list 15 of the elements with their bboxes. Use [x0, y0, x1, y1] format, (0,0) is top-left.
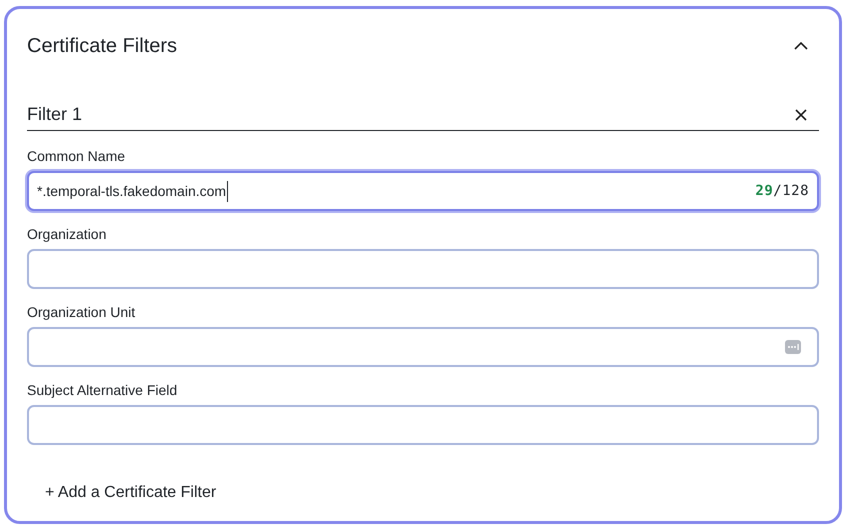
add-filter-button[interactable]: + Add a Certificate Filter — [45, 479, 216, 507]
panel-title: Certificate Filters — [27, 34, 178, 59]
input-field[interactable] — [27, 249, 819, 289]
filter-title: Filter 1 — [27, 103, 82, 126]
input-field[interactable]: *.temporal-tls.fakedomain.com 29/128 — [27, 171, 819, 211]
input-field[interactable] — [27, 405, 819, 445]
field-label: Subject Alternative Field — [27, 381, 178, 399]
field-label: Organization — [27, 225, 108, 243]
chevron-up-icon — [794, 42, 808, 50]
field-label: Organization Unit — [27, 303, 136, 321]
close-icon — [795, 108, 807, 120]
field-label: Common Name — [27, 147, 126, 165]
character-counter: 29/128 — [755, 182, 809, 200]
input-field[interactable] — [27, 327, 819, 367]
autofill-icon[interactable] — [785, 340, 801, 354]
